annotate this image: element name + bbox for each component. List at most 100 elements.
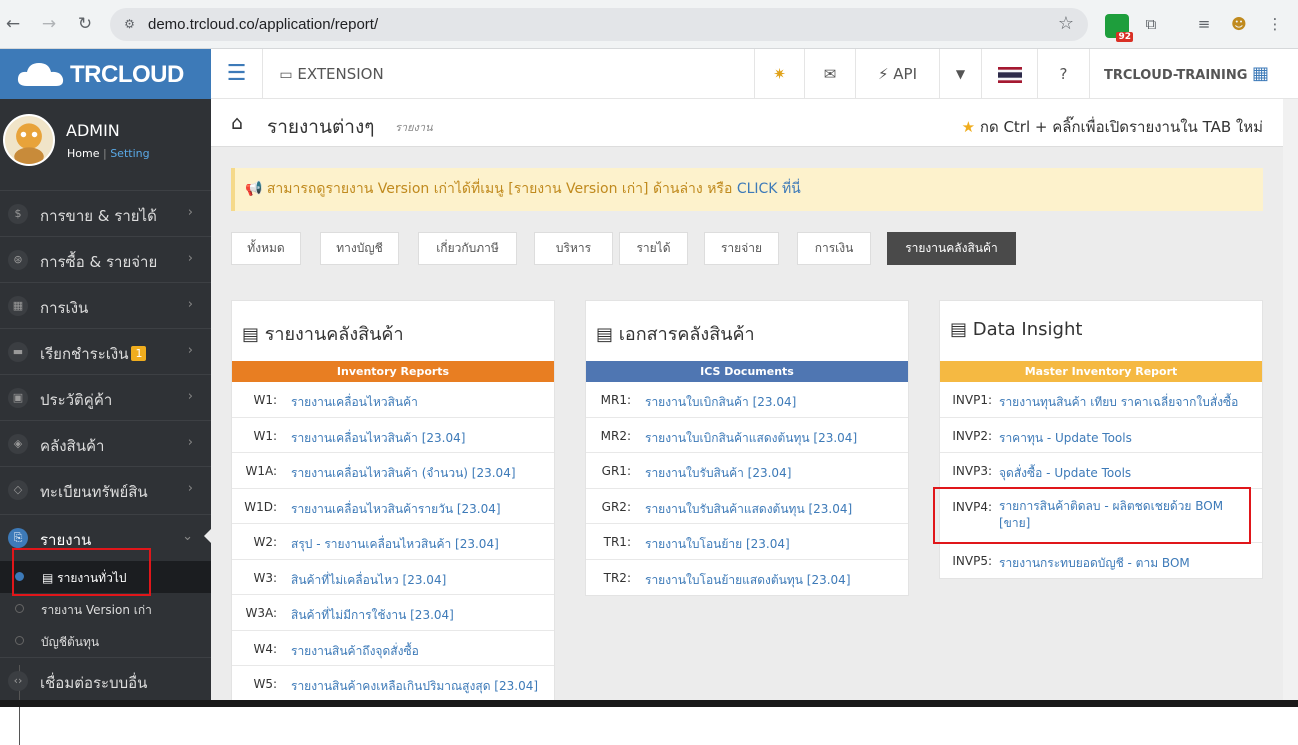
sidebar-item-inventory[interactable]: ◈ คลังสินค้า › <box>0 420 211 466</box>
report-link[interactable]: รายงานกระทบยอดบัญชี - ตาม BOM <box>999 554 1190 573</box>
report-row[interactable]: INVP1: รายงานทุนสินค้า เทียบ ราคาเฉลี่ยจา… <box>940 382 1262 418</box>
back-icon[interactable]: ← <box>2 13 24 35</box>
tab-expense[interactable]: รายจ่าย <box>704 232 779 265</box>
sidebar-item-purchase[interactable]: ⊛ การซื้อ & รายจ่าย › <box>0 236 211 282</box>
tab-all[interactable]: ทั้งหมด <box>231 232 301 265</box>
user-profile: ADMIN Home | Setting <box>0 99 211 182</box>
calendar-icon: ▦ <box>8 296 28 316</box>
sidebar-item-integrations[interactable]: ‹› เชื่อมต่อระบบอื่น <box>0 657 211 703</box>
address-bar[interactable]: ⚙ demo.trcloud.co/application/report/ ☆ <box>110 8 1088 41</box>
sidebar-item-contacts[interactable]: ▣ ประวัติคู่ค้า › <box>0 374 211 420</box>
sidebar-item-sales[interactable]: $ การขาย & รายได้ › <box>0 190 211 236</box>
report-row[interactable]: MR1: รายงานใบเบิกสินค้า [23.04] <box>586 382 908 418</box>
highlight-box <box>933 487 1251 544</box>
extension-button[interactable]: ▭ EXTENSION <box>262 49 400 99</box>
mail-icon[interactable]: ✉ <box>804 49 855 99</box>
report-row[interactable]: GR1: รายงานใบรับสินค้า [23.04] <box>586 453 908 489</box>
dropdown-caret-icon[interactable]: ▼ <box>939 49 981 99</box>
report-row[interactable]: W3: สินค้าที่ไม่เคลื่อนไหว [23.04] <box>232 560 554 595</box>
menu-toggle-icon[interactable]: ☰ <box>211 49 262 99</box>
setting-link[interactable]: Setting <box>110 147 149 160</box>
site-settings-icon[interactable]: ⚙ <box>121 16 138 33</box>
report-row[interactable]: W4: รายงานสินค้าถึงจุดสั่งซื้อ <box>232 631 554 666</box>
avatar[interactable] <box>3 114 55 166</box>
main-content: ⌂ รายงานต่างๆ รายงาน ★ กด Ctrl + คลิ๊กเพ… <box>211 99 1298 707</box>
tab-income[interactable]: รายได้ <box>619 232 688 265</box>
sidebar-item-finance[interactable]: ▦ การเงิน › <box>0 282 211 328</box>
report-row[interactable]: MR2: รายงานใบเบิกสินค้าแสดงต้นทุน [23.04] <box>586 418 908 453</box>
report-link[interactable]: รายงานใบโอนย้าย [23.04] <box>645 535 790 554</box>
report-link[interactable]: สรุป - รายงานเคลื่อนไหวสินค้า [23.04] <box>291 535 499 554</box>
report-link[interactable]: รายงานเคลื่อนไหวสินค้า <box>291 393 418 412</box>
report-link[interactable]: รายงานสินค้าคงเหลือเกินปริมาณสูงสุด [23.… <box>291 677 538 696</box>
tab-finance[interactable]: การเงิน <box>797 232 871 265</box>
report-row[interactable]: INVP3: จุดสั่งซื้อ - Update Tools <box>940 453 1262 489</box>
chevron-right-icon: › <box>187 389 193 404</box>
report-link[interactable]: รายงานเคลื่อนไหวสินค้ารายวัน [23.04] <box>291 500 501 519</box>
report-link[interactable]: สินค้าที่ไม่เคลื่อนไหว [23.04] <box>291 571 446 590</box>
report-link[interactable]: รายงานเคลื่อนไหวสินค้า (จำนวน) [23.04] <box>291 464 516 483</box>
party-icon[interactable]: ✷ <box>754 49 804 99</box>
report-link[interactable]: ราคาทุน - Update Tools <box>999 429 1132 448</box>
tab-management[interactable]: บริหาร <box>534 232 613 265</box>
report-row[interactable]: GR2: รายงานใบรับสินค้าแสดงต้นทุน [23.04] <box>586 489 908 524</box>
inventory-reports-card: ▤ รายงานคลังสินค้า Inventory Reports W1:… <box>231 300 555 703</box>
vertical-scrollbar[interactable] <box>1283 99 1298 707</box>
megaphone-icon: 📢 <box>245 181 263 197</box>
report-link[interactable]: รายงานใบโอนย้ายแสดงต้นทุน [23.04] <box>645 571 851 590</box>
report-link[interactable]: รายงานใบเบิกสินค้าแสดงต้นทุน [23.04] <box>645 429 857 448</box>
browser-menu-icon[interactable]: ⋮ <box>1264 13 1286 35</box>
sidebar-item-billing[interactable]: ▬ เรียกชำระเงิน 1 › <box>0 328 211 374</box>
report-link[interactable]: รายงานทุนสินค้า เทียบ ราคาเฉลี่ยจากใบสั่… <box>999 393 1238 412</box>
report-row[interactable]: W5: รายงานสินค้าคงเหลือเกินปริมาณสูงสุด [… <box>232 666 554 702</box>
card-title: ▤ รายงานคลังสินค้า <box>232 301 554 361</box>
tab-accounting[interactable]: ทางบัญชี <box>320 232 399 265</box>
submenu-label: รายงาน Version เก่า <box>41 603 152 617</box>
report-row[interactable]: W1: รายงานเคลื่อนไหวสินค้า [23.04] <box>232 418 554 453</box>
report-row[interactable]: W1D: รายงานเคลื่อนไหวสินค้ารายวัน [23.04] <box>232 489 554 524</box>
report-link[interactable]: จุดสั่งซื้อ - Update Tools <box>999 464 1131 483</box>
report-link[interactable]: รายงานเคลื่อนไหวสินค้า [23.04] <box>291 429 465 448</box>
report-row[interactable]: W1: รายงานเคลื่อนไหวสินค้า <box>232 382 554 418</box>
submenu-cost-accounting[interactable]: บัญชีต้นทุน <box>0 625 211 657</box>
submenu-label: บัญชีต้นทุน <box>41 635 100 649</box>
home-link[interactable]: Home <box>67 147 99 160</box>
report-link[interactable]: รายงานใบรับสินค้า [23.04] <box>645 464 791 483</box>
sidebar-item-assets[interactable]: ◇ ทะเบียนทรัพย์สิน › <box>0 466 211 512</box>
extension-label: EXTENSION <box>297 65 384 83</box>
company-switcher[interactable]: TRCLOUD-TRAINING ▦ <box>1089 49 1283 99</box>
report-link[interactable]: รายงานสินค้าถึงจุดสั่งซื้อ <box>291 642 419 661</box>
report-code: W3A: <box>245 606 277 620</box>
home-icon[interactable]: ⌂ <box>231 112 243 134</box>
chevron-right-icon: › <box>187 343 193 358</box>
report-code: W4: <box>253 641 277 656</box>
tab-tax[interactable]: เกี่ยวกับภาษี <box>418 232 517 265</box>
submenu-old-reports[interactable]: รายงาน Version เก่า <box>0 593 211 625</box>
report-row[interactable]: INVP5: รายงานกระทบยอดบัญชี - ตาม BOM <box>940 543 1262 579</box>
forward-icon[interactable]: → <box>38 13 60 35</box>
profile-icon[interactable]: ☻ <box>1228 13 1250 35</box>
report-row[interactable]: INVP2: ราคาทุน - Update Tools <box>940 418 1262 453</box>
report-link[interactable]: รายงานใบเบิกสินค้า [23.04] <box>645 393 796 412</box>
thai-flag-icon[interactable] <box>981 49 1037 99</box>
report-link[interactable]: รายงานใบรับสินค้าแสดงต้นทุน [23.04] <box>645 500 852 519</box>
alert-click-link[interactable]: CLICK ที่นี่ <box>737 181 801 197</box>
report-row[interactable]: W2: สรุป - รายงานเคลื่อนไหวสินค้า [23.04] <box>232 524 554 560</box>
bookmark-star-icon[interactable]: ☆ <box>1058 13 1074 34</box>
media-control-icon[interactable]: ≡ <box>1193 13 1215 35</box>
top-navbar: ☰ ▭ EXTENSION ✷ ✉ ⚡ API ▼ ? TRCLOUD-TRAI… <box>211 49 1298 99</box>
report-link[interactable]: สินค้าที่ไม่มีการใช้งาน [23.04] <box>291 606 454 625</box>
report-code: INVP2: <box>952 428 992 443</box>
tab-inventory-reports[interactable]: รายงานคลังสินค้า <box>887 232 1016 265</box>
reload-icon[interactable]: ↻ <box>74 13 96 35</box>
report-row[interactable]: TR1: รายงานใบโอนย้าย [23.04] <box>586 524 908 560</box>
chevron-right-icon: › <box>187 205 193 220</box>
api-button[interactable]: ⚡ API <box>855 49 939 99</box>
report-row[interactable]: TR2: รายงานใบโอนย้ายแสดงต้นทุน [23.04] <box>586 560 908 596</box>
help-icon[interactable]: ? <box>1037 49 1089 99</box>
extension-counter-icon[interactable]: 92 <box>1105 14 1133 42</box>
extensions-puzzle-icon[interactable]: ⧉ <box>1140 13 1162 35</box>
report-row[interactable]: W3A: สินค้าที่ไม่มีการใช้งาน [23.04] <box>232 595 554 631</box>
report-row[interactable]: W1A: รายงานเคลื่อนไหวสินค้า (จำนวน) [23.0… <box>232 453 554 489</box>
brand-logo[interactable]: TRCLOUD <box>0 49 211 99</box>
